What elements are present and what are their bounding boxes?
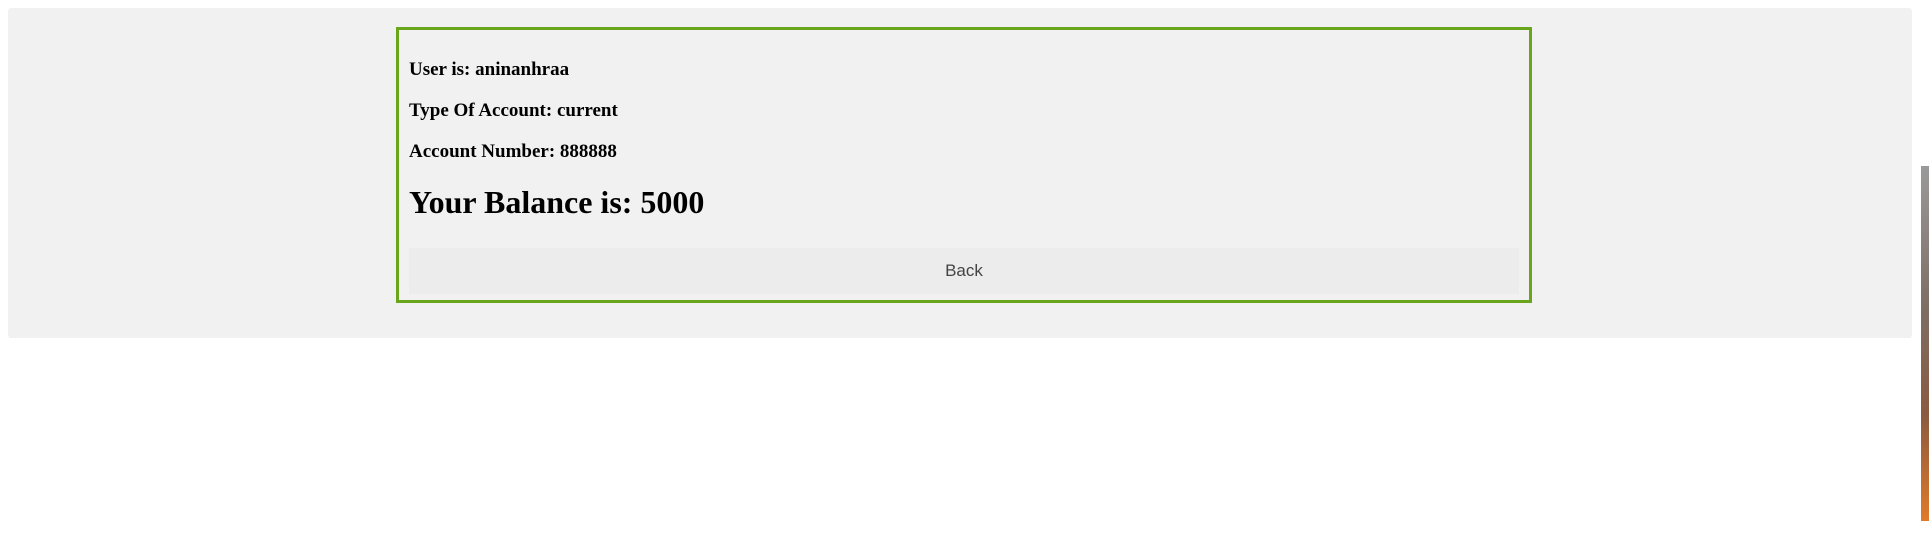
back-button[interactable]: Back xyxy=(409,248,1519,294)
account-type-text: Type Of Account: current xyxy=(409,100,618,121)
balance-heading: Your Balance is: 5000 xyxy=(409,184,705,220)
outer-panel: User is: aninanhraa Type Of Account: cur… xyxy=(8,8,1912,338)
account-number-text: Account Number: 888888 xyxy=(409,141,617,162)
page: User is: aninanhraa Type Of Account: cur… xyxy=(0,0,1929,534)
user-name-text: User is: aninanhraa xyxy=(409,59,570,80)
background-image-edge xyxy=(1921,166,1929,521)
account-card: User is: aninanhraa Type Of Account: cur… xyxy=(396,27,1532,303)
